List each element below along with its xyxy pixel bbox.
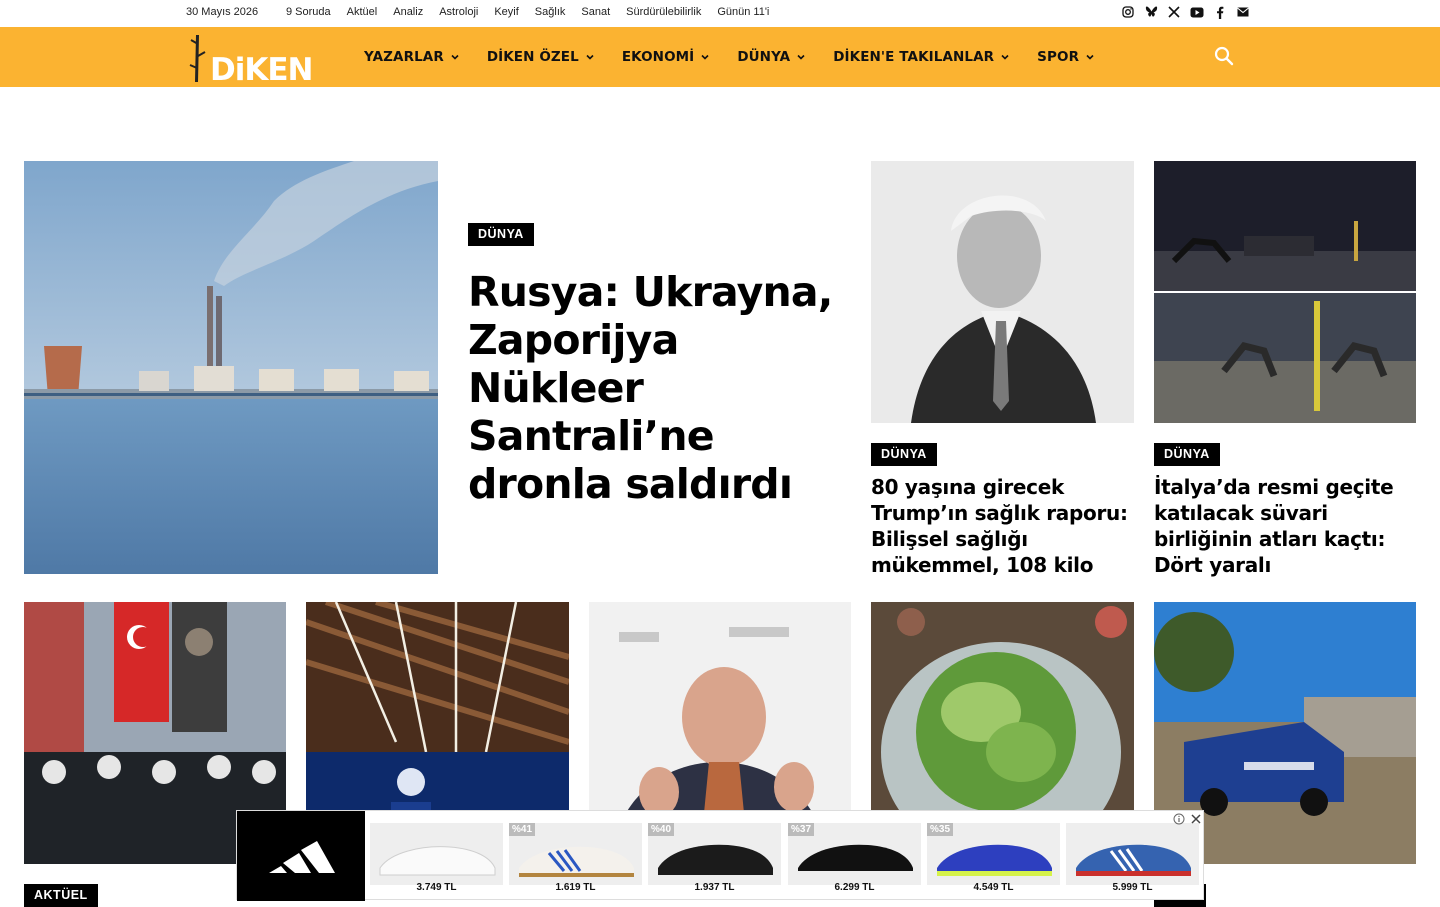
ad-close-icon[interactable] xyxy=(1190,813,1202,825)
ad-discount-badge: %35 xyxy=(927,823,954,836)
main-nav: YAZARLAR DİKEN ÖZEL EKONOMİ DÜNYA DİKEN'… xyxy=(364,27,1095,87)
chevron-down-icon xyxy=(701,54,709,60)
ad-product-sneaker-blue[interactable]: %35 xyxy=(927,823,1060,885)
current-date: 30 Mayıs 2026 xyxy=(186,6,259,18)
nav-item-ekonomi[interactable]: EKONOMİ xyxy=(622,49,711,65)
search-icon[interactable] xyxy=(1213,45,1235,67)
social-links xyxy=(1121,5,1250,19)
hero-headline[interactable]: Rusya: Ukrayna, Zaporijya Nükleer Santra… xyxy=(468,268,848,508)
story-category-badge[interactable]: DÜNYA xyxy=(1154,443,1220,466)
svg-text:DiKEN: DiKEN xyxy=(210,52,313,84)
hero-image[interactable] xyxy=(24,161,438,574)
nav-item-label: DİKEN'E TAKILANLAR xyxy=(833,49,995,65)
story-headline[interactable]: İtalya’da resmi geçite katılacak süvari … xyxy=(1154,474,1424,578)
top-nav-link-9-soruda[interactable]: 9 Soruda xyxy=(286,6,331,18)
ad-info-icon[interactable] xyxy=(1173,813,1185,825)
nav-item-label: EKONOMİ xyxy=(621,49,695,65)
ad-product-sneaker-runner[interactable]: %37 xyxy=(788,823,921,885)
ad-product-sneaker-retro[interactable] xyxy=(1066,823,1199,885)
ad-product-sneaker-white[interactable] xyxy=(370,823,503,885)
nav-item-diken-ozel[interactable]: DİKEN ÖZEL xyxy=(487,49,595,65)
nav-item-label: DÜNYA xyxy=(737,49,791,65)
x-icon[interactable] xyxy=(1167,5,1181,19)
ad-discount-badge: %40 xyxy=(648,823,675,836)
top-bar: 30 Mayıs 2026 9 Soruda Aktüel Analiz Ast… xyxy=(0,0,1440,27)
mail-icon[interactable] xyxy=(1236,5,1250,19)
top-nav-link-astroloji[interactable]: Astroloji xyxy=(439,6,478,18)
nav-item-dunya[interactable]: DÜNYA xyxy=(737,49,806,65)
top-nav-link-analiz[interactable]: Analiz xyxy=(393,6,423,18)
ad-product-price: 4.549 TL xyxy=(973,882,1014,893)
story-headline[interactable]: 80 yaşına girecek Trump’ın sağlık raporu… xyxy=(871,474,1141,578)
nav-item-label: DİKEN ÖZEL xyxy=(486,49,579,65)
top-nav-link-saglik[interactable]: Sağlık xyxy=(535,6,566,18)
nav-item-label: YAZARLAR xyxy=(364,49,444,65)
story-image-trump[interactable] xyxy=(871,161,1134,423)
ad-product-price: 1.937 TL xyxy=(694,882,735,893)
story-image-horses[interactable] xyxy=(1154,161,1416,423)
ad-product-sneaker-stripes[interactable]: %41 xyxy=(509,823,642,885)
chevron-down-icon xyxy=(1001,54,1009,60)
nav-item-yazarlar[interactable]: YAZARLAR xyxy=(364,49,460,65)
nav-item-label: SPOR xyxy=(1037,49,1080,65)
chevron-down-icon xyxy=(797,54,805,60)
chevron-down-icon xyxy=(586,54,594,60)
bluesky-icon[interactable] xyxy=(1144,5,1158,19)
ad-product-price: 5.999 TL xyxy=(1112,882,1153,893)
story-category-badge[interactable]: AKTÜEL xyxy=(24,884,98,907)
top-nav: 9 Soruda Aktüel Analiz Astroloji Keyif S… xyxy=(286,6,769,18)
top-nav-link-aktuel[interactable]: Aktüel xyxy=(347,6,378,18)
top-nav-link-keyif[interactable]: Keyif xyxy=(494,6,518,18)
facebook-icon[interactable] xyxy=(1213,5,1227,19)
top-nav-link-sanat[interactable]: Sanat xyxy=(581,6,610,18)
top-nav-link-surdurulebilirlik[interactable]: Sürdürülebilirlik xyxy=(626,6,701,18)
story-category-badge[interactable]: DÜNYA xyxy=(871,443,937,466)
ad-product-price: 3.749 TL xyxy=(416,882,457,893)
nav-item-dikene-takilanlar[interactable]: DİKEN'E TAKILANLAR xyxy=(833,49,1010,65)
hero-category-badge[interactable]: DÜNYA xyxy=(468,223,534,246)
adidas-logo[interactable] xyxy=(237,811,365,901)
chevron-down-icon xyxy=(1086,54,1094,60)
youtube-icon[interactable] xyxy=(1190,5,1204,19)
chevron-down-icon xyxy=(451,54,459,60)
top-nav-link-gunun-11i[interactable]: Günün 11'i xyxy=(717,6,769,18)
ad-banner[interactable]: 3.749 TL %41 1.619 TL %40 1.937 TL %37 6… xyxy=(236,810,1204,901)
instagram-icon[interactable] xyxy=(1121,5,1135,19)
ad-product-price: 6.299 TL xyxy=(834,882,875,893)
site-logo[interactable]: DiKEN xyxy=(186,32,331,88)
nav-item-spor[interactable]: SPOR xyxy=(1037,49,1095,65)
ad-product-sneaker-black[interactable]: %40 xyxy=(648,823,781,885)
main-header: DiKEN YAZARLAR DİKEN ÖZEL EKONOMİ DÜNYA … xyxy=(0,27,1440,88)
ad-product-price: 1.619 TL xyxy=(555,882,596,893)
ad-discount-badge: %41 xyxy=(509,823,536,836)
ad-discount-badge: %37 xyxy=(788,823,815,836)
